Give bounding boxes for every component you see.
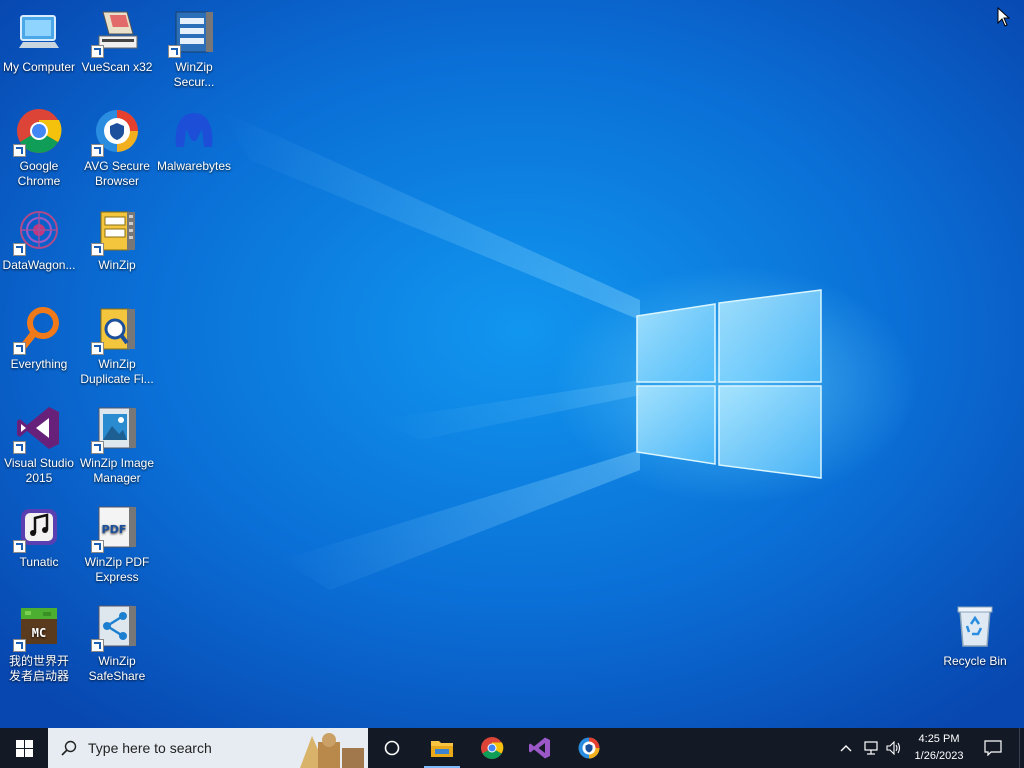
taskbar-app-file-explorer[interactable]	[420, 728, 464, 768]
desktop[interactable]: My Computer Google Chrome DataWagon... E…	[0, 0, 1024, 728]
shortcut-arrow-icon	[13, 540, 26, 553]
shortcut-arrow-icon	[13, 144, 26, 157]
desktop-icon-my-computer[interactable]: My Computer	[0, 2, 78, 75]
desktop-icon-label: Everything	[10, 357, 68, 371]
recycle-bin-icon	[957, 606, 993, 647]
desktop-icon-label: Visual Studio 2015	[4, 456, 74, 485]
shortcut-arrow-icon	[13, 441, 26, 454]
network-button[interactable]	[860, 728, 882, 768]
desktop-icon-winzip-image-manager[interactable]: WinZip Image Manager	[78, 398, 156, 486]
desktop-icon-label: WinZip Duplicate Fi...	[80, 357, 154, 386]
shortcut-arrow-icon	[13, 639, 26, 652]
start-button[interactable]	[0, 728, 48, 768]
desktop-icon-winzip-pdf-express[interactable]: PDF WinZip PDF Express	[78, 497, 156, 585]
windows-start-icon	[15, 739, 33, 757]
desktop-icon-avg-secure-browser[interactable]: AVG Secure Browser	[78, 101, 156, 189]
show-hidden-icons-button[interactable]	[836, 728, 856, 768]
desktop-icon-label: 我的世界开发者启动器	[8, 654, 69, 683]
desktop-icon-label: AVG Secure Browser	[84, 159, 150, 188]
action-center-button[interactable]	[978, 728, 1008, 768]
desktop-icon-label: Malwarebytes	[156, 159, 232, 173]
desktop-icon-label: Recycle Bin	[943, 654, 1007, 668]
shortcut-arrow-icon	[91, 243, 104, 256]
desktop-icon-winzip-duplicate[interactable]: WinZip Duplicate Fi...	[78, 299, 156, 387]
mouse-pointer-icon	[997, 7, 1011, 27]
windows-wallpaper-logo-icon	[636, 289, 822, 479]
desktop-icon-vuescan[interactable]: VueScan x32	[78, 2, 156, 75]
desktop-icon-malwarebytes[interactable]: Malwarebytes	[155, 101, 233, 174]
show-desktop-button[interactable]	[1019, 728, 1024, 768]
desktop-icon-label: Google Chrome	[17, 159, 61, 188]
avg-browser-icon	[578, 737, 600, 759]
clock[interactable]: 4:25 PM 1/26/2023	[908, 728, 970, 768]
shortcut-arrow-icon	[91, 540, 104, 553]
notification-icon	[984, 740, 1002, 756]
clock-date: 1/26/2023	[914, 750, 964, 762]
computer-icon	[19, 15, 59, 48]
desktop-icon-visual-studio[interactable]: Visual Studio 2015	[0, 398, 78, 486]
search-icon	[61, 740, 77, 756]
desktop-icon-tunatic[interactable]: Tunatic	[0, 497, 78, 570]
file-explorer-icon	[431, 741, 453, 757]
desktop-icon-label: Tunatic	[19, 555, 59, 569]
taskbar-app-avg-browser[interactable]	[567, 728, 611, 768]
shortcut-arrow-icon	[91, 45, 104, 58]
svg-text:PDF: PDF	[102, 523, 127, 536]
search-box[interactable]: Type here to search	[48, 728, 368, 768]
shortcut-arrow-icon	[91, 639, 104, 652]
taskbar: Type here to search 4:25 PM 1/26/2023	[0, 728, 1024, 768]
desktop-icon-winzip-secure[interactable]: WinZip Secur...	[155, 2, 233, 90]
shortcut-arrow-icon	[13, 243, 26, 256]
cortana-circle-icon	[384, 740, 400, 756]
desktop-icon-label: WinZip Secur...	[173, 60, 215, 89]
desktop-icon-label: WinZip Image Manager	[79, 456, 155, 485]
search-placeholder: Type here to search	[88, 740, 212, 756]
visual-studio-icon	[529, 737, 550, 759]
desktop-icon-everything[interactable]: Everything	[0, 299, 78, 372]
task-view-button[interactable]	[370, 728, 414, 768]
desktop-icon-recycle-bin[interactable]: Recycle Bin	[936, 596, 1014, 669]
network-icon	[864, 741, 878, 755]
desktop-icon-google-chrome[interactable]: Google Chrome	[0, 101, 78, 189]
taskbar-app-visual-studio[interactable]	[518, 728, 562, 768]
desktop-icon-label: WinZip	[98, 258, 136, 272]
chrome-icon	[481, 737, 504, 759]
desktop-icon-winzip-safeshare[interactable]: WinZip SafeShare	[78, 596, 156, 684]
desktop-icon-label: VueScan x32	[81, 60, 153, 74]
speaker-icon	[886, 741, 901, 755]
desktop-icon-label: My Computer	[2, 60, 76, 74]
malwarebytes-icon	[175, 113, 213, 147]
desktop-icon-label: WinZip SafeShare	[88, 654, 146, 683]
search-highlight-image-icon	[296, 728, 368, 768]
svg-text:MC: MC	[32, 626, 46, 640]
desktop-icon-label: DataWagon...	[2, 258, 76, 272]
shortcut-arrow-icon	[91, 144, 104, 157]
desktop-icon-datawagon[interactable]: DataWagon...	[0, 200, 78, 273]
taskbar-app-chrome[interactable]	[470, 728, 514, 768]
chevron-up-icon	[840, 745, 852, 752]
volume-button[interactable]	[883, 728, 905, 768]
clock-time: 4:25 PM	[918, 733, 960, 745]
desktop-icon-minecraft-launcher[interactable]: MC 我的世界开发者启动器	[0, 596, 78, 684]
desktop-icon-winzip[interactable]: WinZip	[78, 200, 156, 273]
shortcut-arrow-icon	[13, 342, 26, 355]
shortcut-arrow-icon	[91, 342, 104, 355]
desktop-icon-label: WinZip PDF Express	[84, 555, 150, 584]
shortcut-arrow-icon	[168, 45, 181, 58]
shortcut-arrow-icon	[91, 441, 104, 454]
